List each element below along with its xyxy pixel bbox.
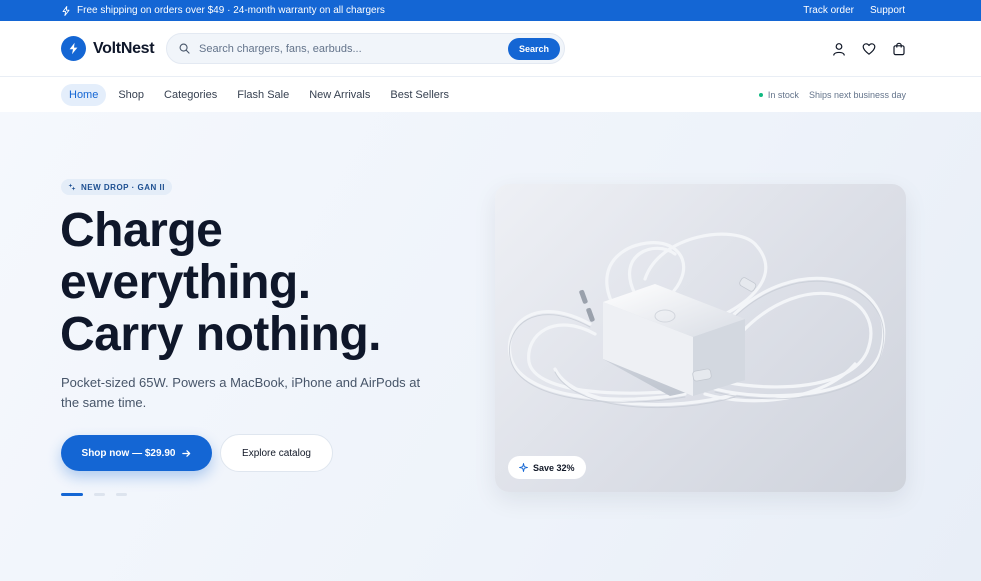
product-image-card[interactable]: Save 32% [495, 184, 906, 492]
user-icon[interactable] [832, 42, 846, 56]
sparkle-icon [519, 463, 528, 472]
carousel-dot-3[interactable] [116, 493, 127, 496]
nav-item-categories[interactable]: Categories [156, 84, 225, 106]
promo-bar: Free shipping on orders over $49 · 24-mo… [0, 0, 981, 21]
carousel-dot-1[interactable] [61, 493, 83, 496]
save-badge: Save 32% [508, 456, 586, 479]
cart-icon[interactable] [892, 42, 906, 56]
search-icon [179, 43, 190, 54]
bolt-logo-icon [61, 36, 86, 61]
nav-item-home[interactable]: Home [61, 83, 107, 106]
badge-text: NEW DROP · GAN II [81, 182, 165, 192]
promo-message: Free shipping on orders over $49 · 24-mo… [61, 5, 385, 16]
stock-status-text: In stock [767, 89, 799, 100]
save-badge-text: Save 32% [533, 462, 575, 473]
shop-now-label: Shop now — $29.90 [81, 447, 176, 459]
promo-text: Free shipping on orders over $49 · 24-mo… [77, 5, 385, 16]
shop-now-button[interactable]: Shop now — $29.90 [61, 435, 212, 471]
nav-item-new-arrivals[interactable]: New Arrivals [301, 84, 378, 106]
brand-logo[interactable]: VoltNest [61, 36, 166, 61]
carousel-dot-2[interactable] [94, 493, 105, 496]
headline-line-3: Carry nothing. [60, 308, 382, 361]
shipping-note: Ships next business day [808, 89, 906, 100]
arrow-right-icon [182, 449, 191, 457]
headline-line-1: Charge [60, 204, 223, 257]
headline-line-2: everything. [60, 256, 311, 309]
nav-item-flash-sale[interactable]: Flash Sale [229, 84, 297, 106]
charger-product-image [507, 232, 886, 408]
nav-status: In stock Ships next business day [758, 89, 906, 100]
new-drop-badge: NEW DROP · GAN II [61, 179, 172, 195]
nav-item-best-sellers[interactable]: Best Sellers [382, 84, 457, 106]
main-nav: Home Shop Categories Flash Sale New Arri… [0, 77, 981, 112]
site-header: VoltNest Search [0, 21, 981, 77]
hero-headline: Charge everything. Carry nothing. [60, 205, 460, 361]
hero-subhead: Pocket-sized 65W. Powers a MacBook, iPho… [61, 375, 421, 410]
carousel-dots [61, 493, 127, 496]
bolt-icon [62, 5, 70, 16]
sparkle-icon [68, 183, 76, 191]
track-order-link[interactable]: Track order [803, 5, 854, 16]
explore-catalog-button[interactable]: Explore catalog [220, 434, 333, 472]
search-button[interactable]: Search [507, 37, 560, 60]
stock-status: In stock [758, 89, 799, 100]
support-link[interactable]: Support [870, 5, 905, 16]
status-dot-icon [758, 92, 763, 97]
search-bar: Search [166, 33, 565, 64]
header-actions [832, 42, 906, 56]
heart-icon[interactable] [862, 42, 876, 56]
hero-section: NEW DROP · GAN II Charge everything. Car… [0, 112, 981, 581]
nav-item-shop[interactable]: Shop [110, 84, 152, 106]
search-input[interactable] [199, 42, 508, 55]
promo-links: Track order Support [803, 5, 905, 16]
brand-name: VoltNest [93, 39, 155, 57]
